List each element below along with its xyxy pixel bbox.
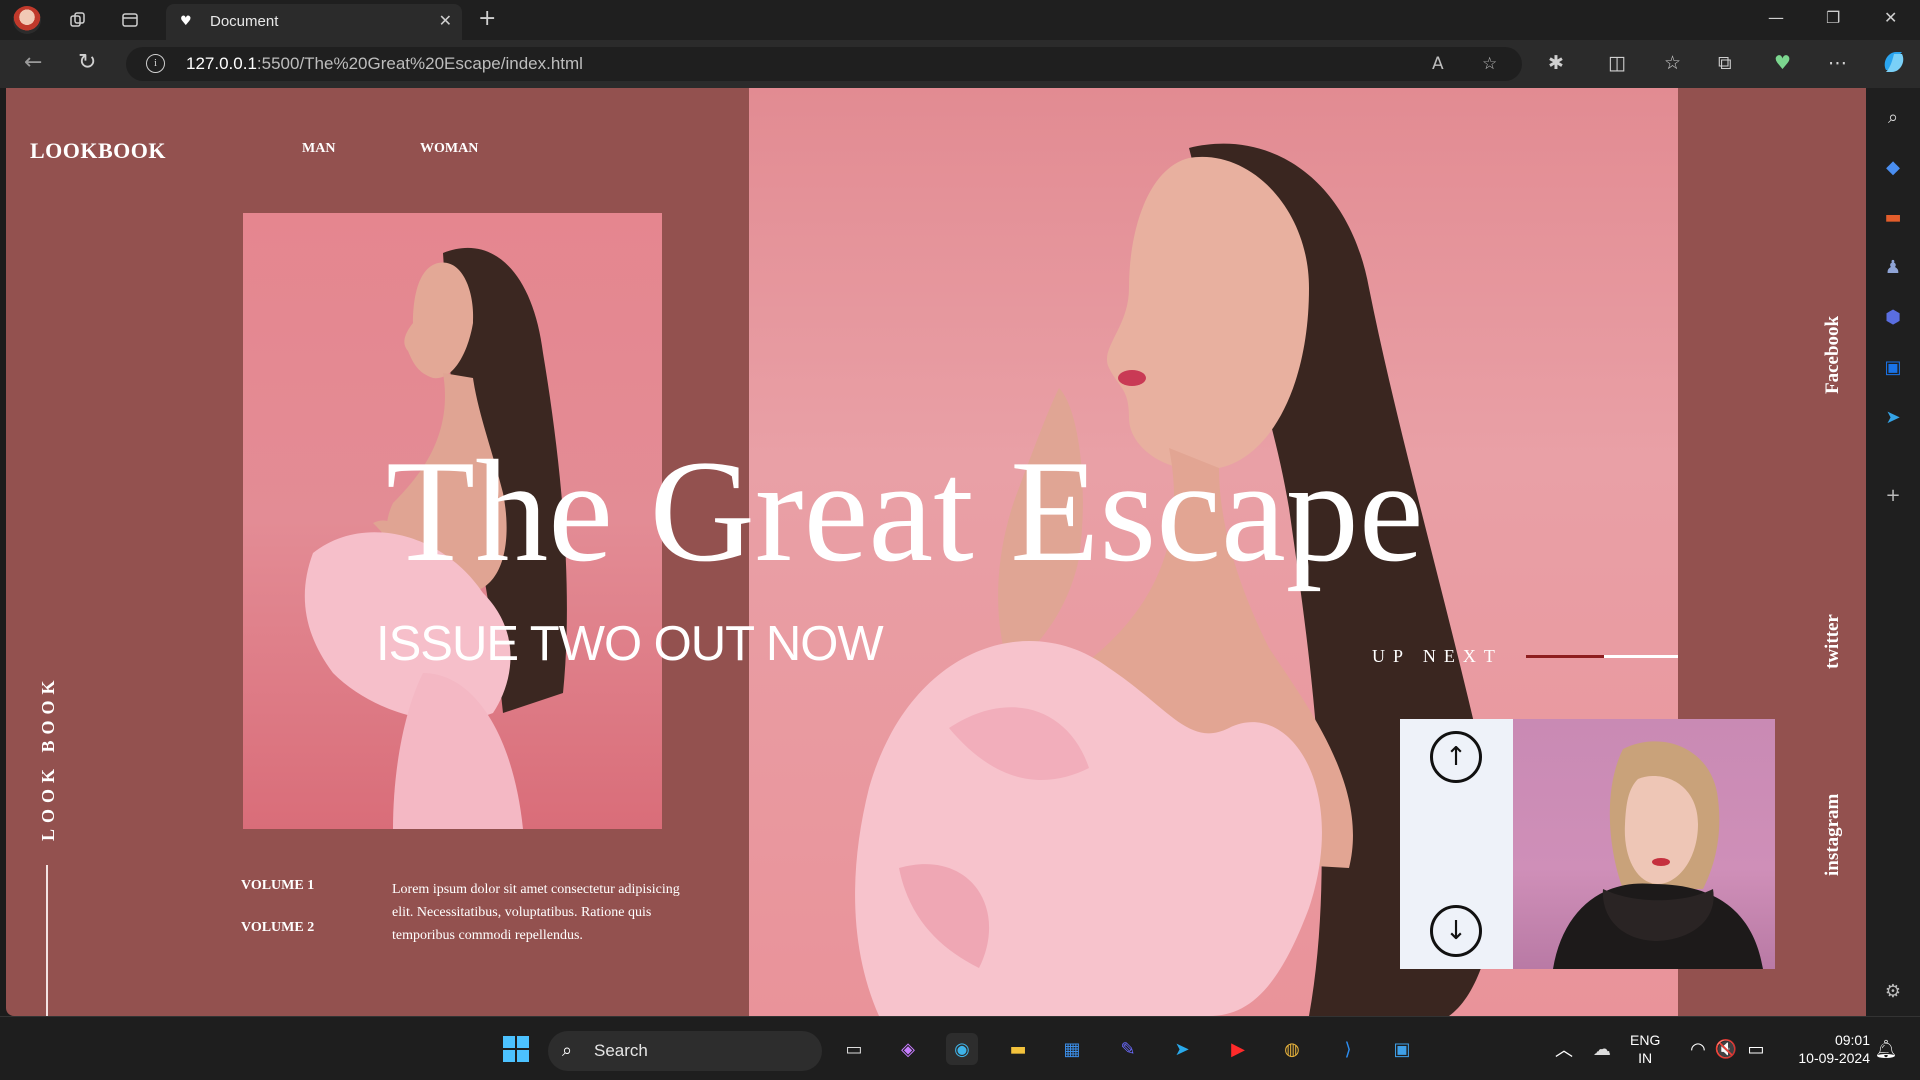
- minimize-icon[interactable]: —: [1768, 8, 1784, 27]
- next-model-photo[interactable]: [1513, 719, 1775, 969]
- arrow-down-icon[interactable]: ↓: [1430, 905, 1482, 957]
- browser-essentials-icon[interactable]: ♥: [1774, 52, 1791, 74]
- close-tab-icon[interactable]: ✕: [439, 11, 452, 30]
- edge-taskbar-icon[interactable]: ◉: [946, 1033, 978, 1065]
- vertical-tabs-icon[interactable]: [116, 6, 144, 34]
- favorites-icon[interactable]: ☆: [1664, 52, 1681, 74]
- volume-1-link[interactable]: VOLUME 1: [241, 878, 314, 894]
- microsoft-store-icon[interactable]: ▦: [1056, 1033, 1088, 1065]
- task-view-icon[interactable]: ▭: [838, 1033, 870, 1065]
- heart-favicon-icon: ♥: [180, 14, 192, 29]
- read-aloud-icon[interactable]: A: [1432, 54, 1444, 74]
- more-menu-icon[interactable]: ⋯: [1828, 52, 1847, 74]
- webpage-viewport: LOOKBOOK MAN WOMAN The Great Escape ISSU…: [6, 88, 1866, 1016]
- vertical-divider-line: [46, 865, 48, 1016]
- new-tab-icon[interactable]: +: [478, 6, 496, 31]
- language-code: ENG: [1630, 1032, 1661, 1048]
- extensions-icon[interactable]: ✱: [1548, 52, 1564, 74]
- progress-line-dark: [1526, 655, 1604, 658]
- url-text[interactable]: 127.0.0.1:5500/The%20Great%20Escape/inde…: [186, 54, 583, 74]
- youtube-icon[interactable]: ▶: [1222, 1033, 1254, 1065]
- refresh-icon[interactable]: ↻: [78, 50, 96, 75]
- add-sidebar-icon[interactable]: +: [1878, 480, 1908, 510]
- tab-title: Document: [210, 13, 279, 30]
- browser-tab-strip: ♥ Document ✕ + — ❐ ✕: [0, 0, 1920, 40]
- copilot-icon[interactable]: [1880, 48, 1908, 81]
- games-icon[interactable]: ♟: [1878, 252, 1908, 282]
- outlook-icon[interactable]: ▣: [1878, 352, 1908, 382]
- volume-2-link[interactable]: VOLUME 2: [241, 920, 314, 936]
- sidebar-settings-icon[interactable]: ⚙: [1878, 976, 1908, 1006]
- nav-link-woman[interactable]: WOMAN: [420, 141, 478, 157]
- windows-start-icon[interactable]: [500, 1033, 532, 1065]
- file-explorer-icon[interactable]: ▬: [1002, 1033, 1034, 1065]
- hero-title: The Great Escape: [386, 430, 1424, 592]
- restore-icon[interactable]: ❐: [1826, 8, 1840, 27]
- shopping-tag-icon[interactable]: ◆: [1878, 152, 1908, 182]
- chrome-icon[interactable]: ◍: [1276, 1033, 1308, 1065]
- send-icon[interactable]: ➤: [1878, 402, 1908, 432]
- taskbar-search-label: Search: [594, 1041, 648, 1060]
- copilot-taskbar-icon[interactable]: ◈: [892, 1033, 924, 1065]
- telegram-icon[interactable]: ➤: [1166, 1033, 1198, 1065]
- code-app-icon[interactable]: ✎: [1112, 1033, 1144, 1065]
- vertical-lookbook-label: LOOK BOOK: [38, 674, 58, 841]
- profile-avatar[interactable]: [13, 6, 41, 34]
- url-path: :5500/The%20Great%20Escape/index.html: [256, 54, 583, 73]
- progress-line-light: [1604, 655, 1678, 658]
- microsoft-365-icon[interactable]: ⬢: [1878, 302, 1908, 332]
- tab-document[interactable]: ♥ Document ✕: [166, 4, 462, 40]
- clock[interactable]: 09:01 10-09-2024: [1780, 1031, 1870, 1067]
- show-hidden-icons-chevron-icon[interactable]: ︿: [1548, 1033, 1580, 1065]
- search-icon[interactable]: ⌕: [1878, 102, 1908, 132]
- browser-toolbar: ← ↻ i 127.0.0.1:5500/The%20Great%20Escap…: [0, 40, 1920, 88]
- back-icon[interactable]: ←: [24, 50, 42, 75]
- language-indicator[interactable]: ENG IN: [1630, 1031, 1660, 1067]
- hero-subtitle: ISSUE TWO OUT NOW: [376, 617, 884, 671]
- up-next-card: ↑ ↓: [1400, 719, 1775, 969]
- workspaces-icon[interactable]: [64, 6, 92, 34]
- vscode-icon[interactable]: ⟩: [1332, 1033, 1364, 1065]
- clock-time: 09:01: [1834, 1032, 1870, 1048]
- tools-briefcase-icon[interactable]: ▬: [1878, 202, 1908, 232]
- up-next-label: UP NEXT: [1372, 646, 1503, 666]
- next-model-illustration: [1553, 741, 1763, 969]
- arrow-up-icon[interactable]: ↑: [1430, 731, 1482, 783]
- windows-taskbar: ⌕ Search ▭ ◈ ◉ ▬ ▦ ✎ ➤ ▶ ◍ ⟩ ▣ ︿ ☁ ENG I…: [0, 1016, 1920, 1080]
- facebook-link[interactable]: Facebook: [1822, 316, 1844, 394]
- taskbar-search[interactable]: ⌕ Search: [548, 1031, 822, 1071]
- battery-icon[interactable]: ▭: [1740, 1033, 1772, 1065]
- site-logo[interactable]: LOOKBOOK: [30, 138, 166, 164]
- close-window-icon[interactable]: ✕: [1884, 8, 1897, 27]
- nav-link-man[interactable]: MAN: [302, 141, 335, 157]
- address-bar[interactable]: i 127.0.0.1:5500/The%20Great%20Escape/in…: [126, 47, 1522, 81]
- search-magnifier-icon: ⌕: [562, 1040, 573, 1061]
- favorite-star-icon[interactable]: ☆: [1482, 54, 1497, 74]
- volume-muted-icon[interactable]: 🔇: [1710, 1033, 1742, 1065]
- site-info-icon[interactable]: i: [146, 54, 165, 73]
- split-screen-icon[interactable]: ◫: [1608, 52, 1626, 74]
- notification-bell-icon[interactable]: 🔔︎: [1870, 1033, 1902, 1065]
- edge-sidebar: ⌕ ◆ ▬ ♟ ⬢ ▣ ➤ + ⚙: [1866, 88, 1920, 1016]
- photos-icon[interactable]: ▣: [1386, 1033, 1418, 1065]
- clock-date: 10-09-2024: [1798, 1050, 1870, 1066]
- card-controls: ↑ ↓: [1400, 719, 1513, 969]
- twitter-link[interactable]: twitter: [1822, 614, 1844, 669]
- description-text: Lorem ipsum dolor sit amet consectetur a…: [392, 882, 680, 943]
- instagram-link[interactable]: instagram: [1822, 794, 1844, 876]
- region-code: IN: [1638, 1050, 1653, 1066]
- onedrive-cloud-icon[interactable]: ☁: [1586, 1033, 1618, 1065]
- collections-icon[interactable]: ⧉: [1718, 52, 1732, 74]
- url-host: 127.0.0.1: [186, 54, 257, 73]
